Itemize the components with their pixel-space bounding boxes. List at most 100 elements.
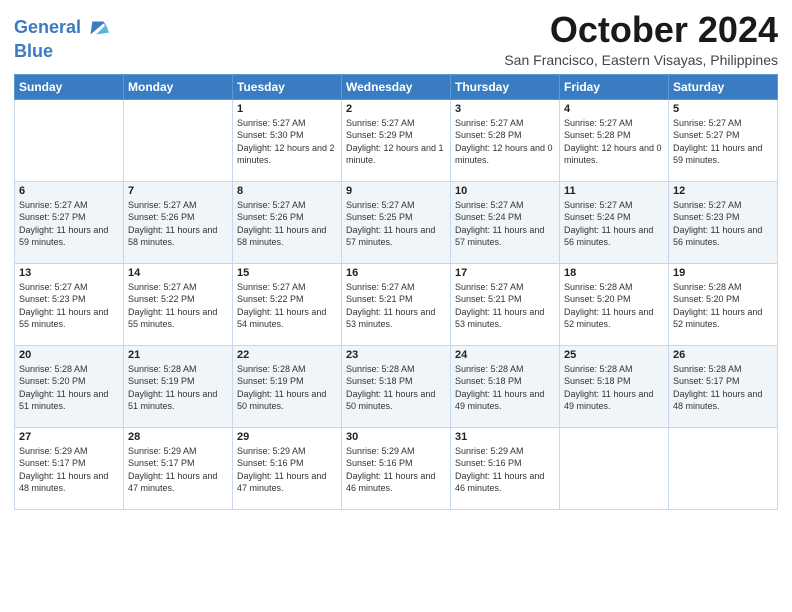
- day-info: Sunrise: 5:27 AMSunset: 5:27 PMDaylight:…: [673, 117, 773, 167]
- day-info: Sunrise: 5:27 AMSunset: 5:21 PMDaylight:…: [346, 281, 446, 331]
- day-info: Sunrise: 5:27 AMSunset: 5:23 PMDaylight:…: [19, 281, 119, 331]
- day-number: 22: [237, 349, 337, 361]
- day-info: Sunrise: 5:29 AMSunset: 5:17 PMDaylight:…: [128, 445, 228, 495]
- calendar-header-row: SundayMondayTuesdayWednesdayThursdayFrid…: [15, 74, 778, 99]
- day-number: 26: [673, 349, 773, 361]
- day-info: Sunrise: 5:27 AMSunset: 5:27 PMDaylight:…: [19, 199, 119, 249]
- calendar-table: SundayMondayTuesdayWednesdayThursdayFrid…: [14, 74, 778, 510]
- day-number: 1: [237, 103, 337, 115]
- day-number: 12: [673, 185, 773, 197]
- logo: General Blue: [14, 14, 111, 62]
- day-number: 4: [564, 103, 664, 115]
- day-info: Sunrise: 5:27 AMSunset: 5:21 PMDaylight:…: [455, 281, 555, 331]
- calendar-day-cell: 12 Sunrise: 5:27 AMSunset: 5:23 PMDayligh…: [669, 181, 778, 263]
- day-number: 20: [19, 349, 119, 361]
- calendar-day-cell: 9Sunrise: 5:27 AMSunset: 5:25 PMDaylight…: [342, 181, 451, 263]
- calendar-day-cell: 23 Sunrise: 5:28 AMSunset: 5:18 PMDayligh…: [342, 345, 451, 427]
- calendar-week-row: 20 Sunrise: 5:28 AMSunset: 5:20 PMDayligh…: [15, 345, 778, 427]
- calendar-day-cell: 16 Sunrise: 5:27 AMSunset: 5:21 PMDayligh…: [342, 263, 451, 345]
- calendar-day-cell: 7Sunrise: 5:27 AMSunset: 5:26 PMDaylight…: [124, 181, 233, 263]
- day-info: Sunrise: 5:29 AMSunset: 5:16 PMDaylight:…: [346, 445, 446, 495]
- day-info: Sunrise: 5:27 AMSunset: 5:23 PMDaylight:…: [673, 199, 773, 249]
- calendar-day-cell: 1 Sunrise: 5:27 AMSunset: 5:30 PMDaylight…: [233, 99, 342, 181]
- day-info: Sunrise: 5:27 AMSunset: 5:26 PMDaylight:…: [237, 199, 337, 249]
- calendar-day-cell: 20 Sunrise: 5:28 AMSunset: 5:20 PMDayligh…: [15, 345, 124, 427]
- calendar-day-cell: 13 Sunrise: 5:27 AMSunset: 5:23 PMDayligh…: [15, 263, 124, 345]
- day-number: 16: [346, 267, 446, 279]
- calendar-day-cell: 14 Sunrise: 5:27 AMSunset: 5:22 PMDayligh…: [124, 263, 233, 345]
- day-number: 24: [455, 349, 555, 361]
- calendar-day-cell: 15Sunrise: 5:27 AMSunset: 5:22 PMDayligh…: [233, 263, 342, 345]
- day-info: Sunrise: 5:28 AMSunset: 5:18 PMDaylight:…: [564, 363, 664, 413]
- day-number: 13: [19, 267, 119, 279]
- calendar-day-cell: 28Sunrise: 5:29 AMSunset: 5:17 PMDayligh…: [124, 427, 233, 509]
- calendar-week-row: 13 Sunrise: 5:27 AMSunset: 5:23 PMDayligh…: [15, 263, 778, 345]
- day-number: 31: [455, 431, 555, 443]
- day-info: Sunrise: 5:29 AMSunset: 5:16 PMDaylight:…: [455, 445, 555, 495]
- calendar-day-cell: 19Sunrise: 5:28 AMSunset: 5:20 PMDayligh…: [669, 263, 778, 345]
- calendar-day-cell: [669, 427, 778, 509]
- day-info: Sunrise: 5:28 AMSunset: 5:19 PMDaylight:…: [237, 363, 337, 413]
- calendar-day-cell: 3 Sunrise: 5:27 AMSunset: 5:28 PMDaylight…: [451, 99, 560, 181]
- calendar-day-cell: 29 Sunrise: 5:29 AMSunset: 5:16 PMDayligh…: [233, 427, 342, 509]
- day-info: Sunrise: 5:27 AMSunset: 5:28 PMDaylight:…: [455, 117, 555, 167]
- day-number: 23: [346, 349, 446, 361]
- location: San Francisco, Eastern Visayas, Philippi…: [504, 52, 778, 68]
- month-title: October 2024: [504, 10, 778, 50]
- day-info: Sunrise: 5:27 AMSunset: 5:26 PMDaylight:…: [128, 199, 228, 249]
- calendar-day-cell: 2Sunrise: 5:27 AMSunset: 5:29 PMDaylight…: [342, 99, 451, 181]
- day-number: 14: [128, 267, 228, 279]
- day-info: Sunrise: 5:29 AMSunset: 5:16 PMDaylight:…: [237, 445, 337, 495]
- calendar-day-cell: [560, 427, 669, 509]
- calendar-day-cell: 31 Sunrise: 5:29 AMSunset: 5:16 PMDayligh…: [451, 427, 560, 509]
- calendar-week-row: 1 Sunrise: 5:27 AMSunset: 5:30 PMDaylight…: [15, 99, 778, 181]
- day-number: 10: [455, 185, 555, 197]
- day-number: 29: [237, 431, 337, 443]
- day-info: Sunrise: 5:27 AMSunset: 5:22 PMDaylight:…: [128, 281, 228, 331]
- day-header-saturday: Saturday: [669, 74, 778, 99]
- logo-text: General: [14, 18, 81, 38]
- calendar-day-cell: 17 Sunrise: 5:27 AMSunset: 5:21 PMDayligh…: [451, 263, 560, 345]
- logo-text-blue: Blue: [14, 42, 53, 62]
- calendar-day-cell: 21 Sunrise: 5:28 AMSunset: 5:19 PMDayligh…: [124, 345, 233, 427]
- calendar-day-cell: 24Sunrise: 5:28 AMSunset: 5:18 PMDayligh…: [451, 345, 560, 427]
- day-header-thursday: Thursday: [451, 74, 560, 99]
- day-info: Sunrise: 5:28 AMSunset: 5:20 PMDaylight:…: [19, 363, 119, 413]
- calendar-day-cell: [124, 99, 233, 181]
- day-info: Sunrise: 5:28 AMSunset: 5:20 PMDaylight:…: [564, 281, 664, 331]
- calendar-day-cell: 4Sunrise: 5:27 AMSunset: 5:28 PMDaylight…: [560, 99, 669, 181]
- day-header-tuesday: Tuesday: [233, 74, 342, 99]
- day-number: 25: [564, 349, 664, 361]
- day-info: Sunrise: 5:28 AMSunset: 5:18 PMDaylight:…: [346, 363, 446, 413]
- day-info: Sunrise: 5:27 AMSunset: 5:30 PMDaylight:…: [237, 117, 337, 167]
- calendar-day-cell: 22 Sunrise: 5:28 AMSunset: 5:19 PMDayligh…: [233, 345, 342, 427]
- day-number: 5: [673, 103, 773, 115]
- day-number: 30: [346, 431, 446, 443]
- calendar-day-cell: 10 Sunrise: 5:27 AMSunset: 5:24 PMDayligh…: [451, 181, 560, 263]
- calendar-day-cell: 25 Sunrise: 5:28 AMSunset: 5:18 PMDayligh…: [560, 345, 669, 427]
- day-info: Sunrise: 5:28 AMSunset: 5:17 PMDaylight:…: [673, 363, 773, 413]
- day-header-friday: Friday: [560, 74, 669, 99]
- calendar-week-row: 6Sunrise: 5:27 AMSunset: 5:27 PMDaylight…: [15, 181, 778, 263]
- calendar-day-cell: 11Sunrise: 5:27 AMSunset: 5:24 PMDayligh…: [560, 181, 669, 263]
- calendar-day-cell: [15, 99, 124, 181]
- calendar-day-cell: 27Sunrise: 5:29 AMSunset: 5:17 PMDayligh…: [15, 427, 124, 509]
- day-number: 11: [564, 185, 664, 197]
- day-number: 21: [128, 349, 228, 361]
- day-number: 8: [237, 185, 337, 197]
- calendar-day-cell: 6Sunrise: 5:27 AMSunset: 5:27 PMDaylight…: [15, 181, 124, 263]
- logo-icon: [83, 14, 111, 42]
- day-number: 17: [455, 267, 555, 279]
- day-info: Sunrise: 5:27 AMSunset: 5:22 PMDaylight:…: [237, 281, 337, 331]
- day-info: Sunrise: 5:29 AMSunset: 5:17 PMDaylight:…: [19, 445, 119, 495]
- day-number: 9: [346, 185, 446, 197]
- day-info: Sunrise: 5:27 AMSunset: 5:24 PMDaylight:…: [455, 199, 555, 249]
- calendar-day-cell: 5 Sunrise: 5:27 AMSunset: 5:27 PMDaylight…: [669, 99, 778, 181]
- calendar-day-cell: 30 Sunrise: 5:29 AMSunset: 5:16 PMDayligh…: [342, 427, 451, 509]
- day-number: 3: [455, 103, 555, 115]
- day-info: Sunrise: 5:27 AMSunset: 5:29 PMDaylight:…: [346, 117, 446, 167]
- header: General Blue October 2024 San Francisco,…: [14, 10, 778, 68]
- day-info: Sunrise: 5:28 AMSunset: 5:19 PMDaylight:…: [128, 363, 228, 413]
- calendar-day-cell: 26 Sunrise: 5:28 AMSunset: 5:17 PMDayligh…: [669, 345, 778, 427]
- calendar-day-cell: 18Sunrise: 5:28 AMSunset: 5:20 PMDayligh…: [560, 263, 669, 345]
